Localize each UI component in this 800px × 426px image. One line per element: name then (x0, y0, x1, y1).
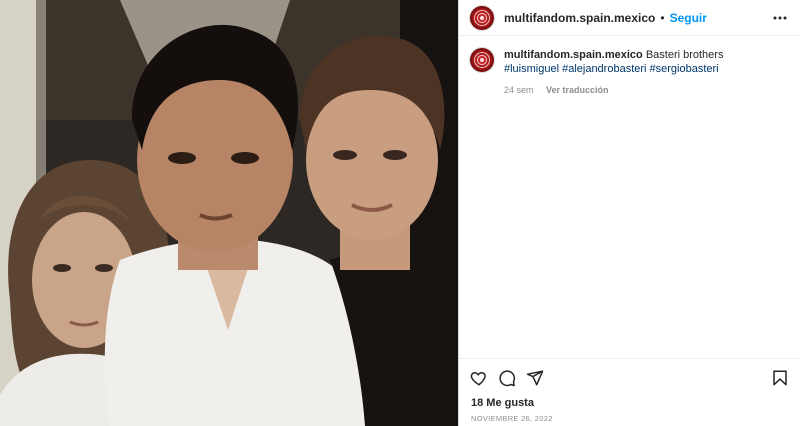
instagram-post: multifandom.spain.mexico • Seguir multif… (0, 0, 800, 426)
caption-hashtags[interactable]: #luismiguel #alejandrobasteri #sergiobas… (504, 62, 723, 76)
caption-text: Basteri brothers (645, 49, 724, 61)
more-options-icon[interactable] (772, 10, 788, 26)
post-photo[interactable] (0, 0, 458, 426)
avatar[interactable] (470, 5, 494, 30)
post-side-panel: multifandom.spain.mexico • Seguir multif… (459, 0, 800, 426)
more-horizontal-icon (773, 16, 787, 19)
post-footer: 18 Me gusta NOVIEMBRE 26, 2022 (459, 358, 800, 423)
caption-body: multifandom.spain.mexico Basteri brother… (504, 48, 723, 97)
bookmark-icon[interactable] (771, 369, 789, 387)
likes-count[interactable]: 18 Me gusta (459, 388, 800, 409)
comment-icon[interactable] (498, 369, 516, 387)
share-icon[interactable] (526, 369, 544, 387)
separator-dot: • (660, 10, 665, 25)
see-translation-link[interactable]: Ver traducción (546, 85, 609, 95)
caption-username-link[interactable]: multifandom.spain.mexico (504, 49, 643, 61)
heart-icon[interactable] (470, 369, 488, 387)
action-bar (459, 359, 800, 388)
photo-illustration (0, 0, 458, 426)
caption-avatar[interactable] (470, 48, 494, 72)
post-age: 24 sem (504, 85, 534, 95)
username-link[interactable]: multifandom.spain.mexico (504, 11, 655, 25)
follow-button[interactable]: Seguir (670, 11, 707, 25)
post-caption: multifandom.spain.mexico Basteri brother… (459, 36, 800, 97)
post-header: multifandom.spain.mexico • Seguir (459, 0, 800, 36)
post-date: NOVIEMBRE 26, 2022 (471, 414, 553, 423)
caption-meta: 24 sem Ver traducción (504, 83, 723, 97)
